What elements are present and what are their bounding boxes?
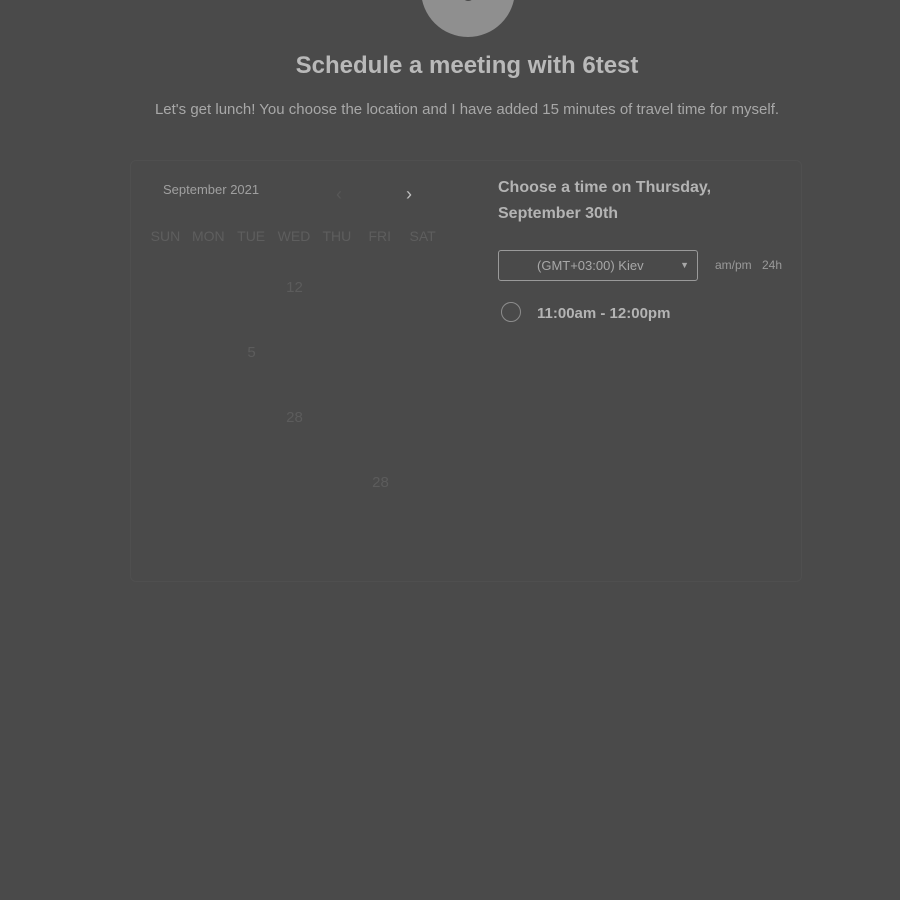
timezone-select[interactable]: (GMT+03:00) Kiev ▼ xyxy=(498,250,698,281)
calendar-day[interactable]: 5 xyxy=(230,344,273,361)
time-slot-label: 11:00am - 12:00pm xyxy=(537,305,671,322)
time-picker-title: Choose a time on Thursday, September 30t… xyxy=(498,179,712,222)
format-24h-toggle[interactable]: 24h xyxy=(762,258,782,272)
calendar-day[interactable]: 28 xyxy=(359,474,402,491)
chevron-left-icon[interactable]: ‹ xyxy=(329,184,349,204)
calendar-day[interactable]: 12 xyxy=(273,279,316,296)
page-title: Schedule a meeting with 6test xyxy=(295,52,639,79)
caret-down-icon: ▼ xyxy=(680,260,689,270)
chevron-right-icon[interactable]: › xyxy=(399,184,419,204)
weekday-thu: THU xyxy=(322,228,352,244)
weekday-header: SUN MON TUE WED THU FRI SAT xyxy=(144,228,444,244)
timezone-value: (GMT+03:00) Kiev xyxy=(537,258,644,273)
meeting-description: Let's get lunch! You choose the location… xyxy=(154,101,780,118)
month-label: September 2021 xyxy=(163,182,260,197)
weekday-sun: SUN xyxy=(150,228,181,244)
format-ampm-toggle[interactable]: am/pm xyxy=(715,258,752,272)
weekday-mon: MON xyxy=(191,228,225,244)
calendar-day[interactable]: 28 xyxy=(273,409,316,426)
weekday-tue: TUE xyxy=(237,228,266,244)
weekday-wed: WED xyxy=(277,228,311,244)
avatar: 6 xyxy=(421,0,515,37)
weekday-fri: FRI xyxy=(368,228,391,244)
weekday-sat: SAT xyxy=(409,228,436,244)
avatar-initial: 6 xyxy=(421,0,515,7)
radio-circle-icon[interactable] xyxy=(501,302,521,322)
